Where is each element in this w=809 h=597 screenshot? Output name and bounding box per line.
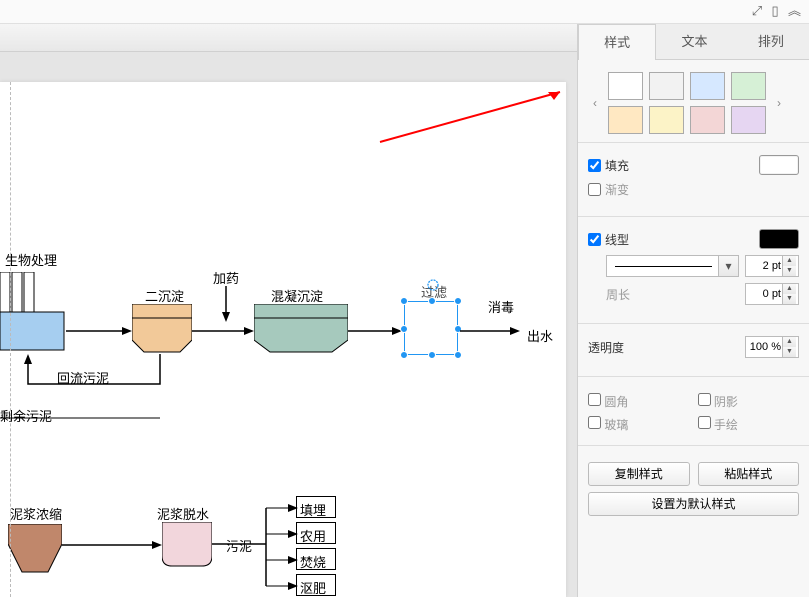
box-fertilizer[interactable] [296,574,336,596]
fill-color-well[interactable] [759,155,799,175]
tab-style[interactable]: 样式 [578,24,656,60]
sketch-checkbox-label[interactable]: 手绘 [698,416,800,433]
tab-text[interactable]: 文本 [656,24,732,60]
swatch-purple[interactable] [731,106,766,134]
box-incinerate[interactable] [296,548,336,570]
node-label-bio: 生物处理 [5,250,57,269]
shadow-checkbox[interactable] [698,393,711,406]
spin-up-icon[interactable]: ▲ [783,284,796,294]
fill-checkbox[interactable] [588,159,601,172]
shadow-checkbox-label[interactable]: 阴影 [698,393,800,410]
tab-arrange[interactable]: 排列 [733,24,809,60]
annotation-arrow [370,82,570,152]
swatch-pink[interactable] [690,106,725,134]
spin-up-icon[interactable]: ▲ [783,256,796,266]
glass-checkbox[interactable] [588,416,601,429]
canvas-area[interactable]: 生物处理 二沉淀 加药 混凝沉淀 过滤 消毒 出水 回流污泥 剩余污泥 [0,24,578,597]
perimeter-label: 周长 [606,286,630,303]
swatch-yellow[interactable] [649,106,684,134]
spin-up-icon[interactable]: ▲ [783,337,796,347]
arrow-dose [220,286,232,322]
opacity-input[interactable]: ▲▼ [745,336,799,358]
perimeter-input[interactable]: ▲▼ [745,283,799,305]
line-checkbox[interactable] [588,233,601,246]
spin-down-icon[interactable]: ▼ [783,347,796,357]
panel-toggle-icon[interactable]: ▯ [771,0,778,22]
swatch-green[interactable] [731,72,766,100]
swatch-blue[interactable] [690,72,725,100]
arrow-bio-to-sed [66,325,132,337]
line-width-input[interactable]: ▲▼ [745,255,799,277]
paste-style-button[interactable]: 粘贴样式 [698,462,800,486]
edge-excess-sludge [0,412,162,424]
glass-checkbox-label[interactable]: 玻璃 [588,416,690,433]
arrow-coag-to-filter [348,325,402,337]
node-label-thicken: 泥浆浓缩 [10,504,62,523]
canvas-toolbar [0,24,577,52]
swatch-next-button[interactable]: › [772,96,786,110]
rounded-checkbox[interactable] [588,393,601,406]
rounded-checkbox-label[interactable]: 圆角 [588,393,690,410]
guide-line [10,82,11,597]
shape-coag[interactable] [254,304,348,354]
node-label-dewater: 泥浆脱水 [157,504,209,523]
box-landfill[interactable] [296,496,336,518]
node-label-effluent: 出水 [527,326,553,345]
sketch-checkbox[interactable] [698,416,711,429]
selected-shape[interactable] [404,301,458,355]
gradient-checkbox[interactable] [588,183,601,196]
node-label-disinfect: 消毒 [488,297,514,316]
swatch-prev-button[interactable]: ‹ [588,96,602,110]
line-checkbox-label[interactable]: 线型 [588,231,629,248]
set-default-style-button[interactable]: 设置为默认样式 [588,492,799,516]
opacity-field[interactable] [746,341,782,353]
shape-thicken[interactable] [8,524,62,574]
line-width-field[interactable] [746,260,782,272]
swatch-orange[interactable] [608,106,643,134]
opacity-label: 透明度 [588,339,624,356]
fill-checkbox-label[interactable]: 填充 [588,157,629,174]
panel-tabs: 样式 文本 排列 [578,24,809,60]
shape-dewater[interactable] [162,522,212,568]
arrow-sed-to-coag [192,325,254,337]
node-label-sed2: 二沉淀 [145,286,184,305]
expand-icon[interactable]: ⤢ [752,0,762,22]
line-color-well[interactable] [759,229,799,249]
perimeter-field[interactable] [746,288,782,300]
node-label-dose: 加药 [213,268,239,287]
drawing-page[interactable]: 生物处理 二沉淀 加药 混凝沉淀 过滤 消毒 出水 回流污泥 剩余污泥 [0,82,566,597]
shape-sed2[interactable] [132,304,192,354]
swatch-white[interactable] [608,72,643,100]
edge-return-sludge [20,354,166,398]
box-farm[interactable] [296,522,336,544]
arrow-thicken-to-dewater [62,539,162,551]
rotate-handle-icon[interactable] [426,278,440,292]
node-label-coag: 混凝沉淀 [271,286,323,305]
collapse-icon[interactable]: ︽ [788,0,801,22]
copy-style-button[interactable]: 复制样式 [588,462,690,486]
gradient-checkbox-label[interactable]: 渐变 [588,181,629,198]
swatch-grey[interactable] [649,72,684,100]
spin-down-icon[interactable]: ▼ [783,294,796,304]
arrow-branch [212,500,298,596]
format-panel: 样式 文本 排列 ‹ › [578,24,809,597]
spin-down-icon[interactable]: ▼ [783,266,796,276]
window-toolbar: ⤢ ▯ ︽ [0,0,809,24]
style-swatches [602,72,772,134]
arrow-filter-to-out [460,325,520,337]
line-style-select[interactable]: ▾ [606,255,739,277]
